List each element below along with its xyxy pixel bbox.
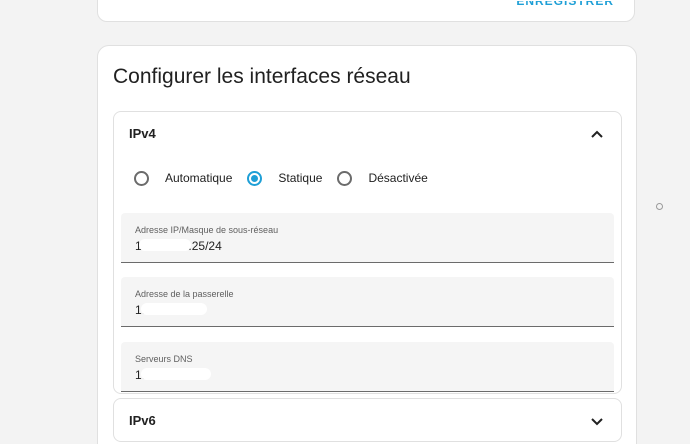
radio-label: Statique — [278, 171, 323, 185]
ipv4-panel: IPv4 Automatique Statique Désactivée Adr… — [113, 111, 622, 394]
radio-label: Automatique — [165, 171, 233, 185]
dns-field[interactable]: Serveurs DNS 192.168.1.1 — [121, 342, 614, 392]
radio-circle[interactable] — [247, 170, 263, 186]
radio-label: Désactivée — [368, 171, 428, 185]
redaction-mask — [141, 303, 207, 315]
ipv6-panel-header[interactable]: IPv6 — [114, 399, 621, 443]
radio-disabled[interactable]: Désactivée — [337, 170, 428, 186]
field-label: Adresse de la passerelle — [135, 289, 234, 299]
radio-automatic[interactable]: Automatique — [134, 170, 233, 186]
scroll-indicator-dot — [656, 203, 663, 210]
gateway-field[interactable]: Adresse de la passerelle 192.168.1.1 — [121, 277, 614, 327]
save-button[interactable]: ENREGISTRER — [516, 1, 614, 7]
ipv6-label: IPv6 — [129, 413, 156, 428]
page: ENREGISTRER Configurer les interfaces ré… — [0, 0, 690, 444]
chevron-up-icon[interactable] — [589, 126, 605, 142]
previous-card: ENREGISTRER — [97, 0, 635, 22]
ip-address-field[interactable]: Adresse IP/Masque de sous-réseau 192.168… — [121, 213, 614, 263]
ipv4-panel-header[interactable]: IPv4 — [114, 112, 621, 156]
field-label: Serveurs DNS — [135, 354, 193, 364]
chevron-down-icon[interactable] — [589, 413, 605, 429]
ipv6-panel: IPv6 — [113, 398, 622, 442]
radio-static[interactable]: Statique — [247, 170, 323, 186]
radio-circle[interactable] — [134, 170, 149, 186]
radio-circle[interactable] — [337, 170, 353, 186]
ipv4-label: IPv4 — [129, 126, 156, 141]
network-interfaces-card: Configurer les interfaces réseau IPv4 Au… — [97, 45, 637, 444]
redaction-mask — [139, 239, 191, 251]
field-label: Adresse IP/Masque de sous-réseau — [135, 225, 279, 235]
ipv4-mode-group: Automatique Statique Désactivée — [134, 167, 443, 189]
redaction-mask — [141, 368, 211, 380]
card-title: Configurer les interfaces réseau — [113, 65, 411, 88]
